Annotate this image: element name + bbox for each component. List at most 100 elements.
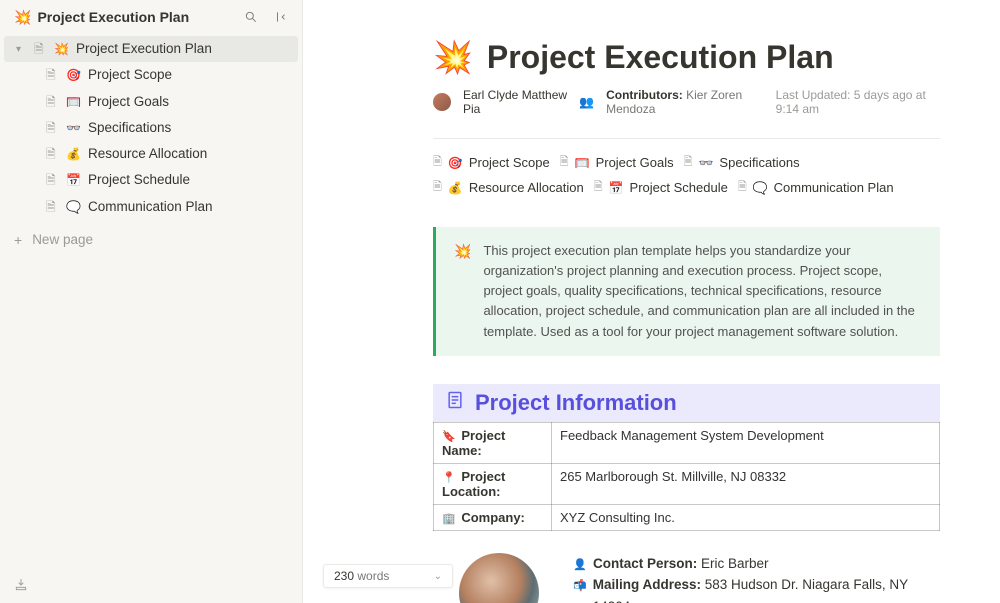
page-icon: 🗎 <box>433 153 442 172</box>
meta-row: Earl Clyde Matthew Pia 👥 Contributors: K… <box>433 88 940 116</box>
row-emoji-icon: 📍 <box>442 472 456 484</box>
table-row[interactable]: 📍 Project Location:265 Marlborough St. M… <box>434 463 940 504</box>
page-title-emoji-icon[interactable]: 💥 <box>433 38 473 76</box>
info-label-cell: 🔖 Project Name: <box>434 422 552 463</box>
page-icon: 🗎 <box>46 198 60 216</box>
sidebar-item-project-schedule[interactable]: 🗎 📅 Project Schedule <box>4 167 298 193</box>
sidebar-item-label: Communication Plan <box>88 197 213 217</box>
mailbox-icon: 📬 <box>573 578 587 596</box>
sidebar-item-communication-plan[interactable]: 🗎 🗨️ Communication Plan <box>4 194 298 220</box>
sidebar-item-project-scope[interactable]: 🗎🎯Project Scope <box>4 62 298 88</box>
section-header-text[interactable]: Project Information <box>475 390 677 416</box>
contact-mail-line[interactable]: 📬 Mailing Address: 583 Hudson Dr. Niagar… <box>573 574 940 603</box>
page-icon: 🗎 <box>433 178 442 197</box>
callout-text: This project execution plan template hel… <box>483 241 924 342</box>
page-icon: 🗎 <box>46 119 60 137</box>
table-row[interactable]: 🏢 Company:XYZ Consulting Inc. <box>434 504 940 530</box>
page-icon: 🗎 <box>46 66 60 84</box>
sidebar-item-label: Specifications <box>88 118 171 138</box>
info-value-cell: Feedback Management System Development <box>552 422 940 463</box>
item-emoji-icon: 💥 <box>54 40 70 58</box>
page-icon: 🗎 <box>594 178 603 197</box>
contributors-icon: 👥 <box>579 95 594 109</box>
sidebar-item-project-goals[interactable]: 🗎🥅Project Goals <box>4 89 298 115</box>
chip-emoji-icon: 👓 <box>698 156 713 170</box>
subpage-chips: 🗎🎯Project Scope🗎🥅Project Goals🗎👓Specific… <box>433 153 940 197</box>
item-emoji-icon: 📅 <box>66 171 82 189</box>
contact-block: 👤 Contact Person: Eric Barber 📬 Mailing … <box>433 553 940 603</box>
chip-specifications[interactable]: 🗎👓Specifications <box>684 153 800 172</box>
sidebar-item-resource-allocation[interactable]: 🗎💰Resource Allocation <box>4 141 298 167</box>
chip-label: Project Schedule <box>630 180 728 195</box>
import-icon <box>14 578 28 592</box>
section-header: Project Information <box>433 384 940 422</box>
chip-project-scope[interactable]: 🗎🎯Project Scope <box>433 153 550 172</box>
row-emoji-icon: 🏢 <box>442 513 456 525</box>
sidebar: 💥 Project Execution Plan ▾🗎💥Project Exec… <box>0 0 303 603</box>
import-button[interactable] <box>14 578 28 595</box>
search-icon <box>244 10 258 24</box>
callout-emoji-icon: 💥 <box>454 241 471 342</box>
page-icon: 🗎 <box>46 171 60 189</box>
item-emoji-icon: 🗨️ <box>66 198 82 216</box>
chip-label: Communication Plan <box>774 180 894 195</box>
chip-resource-allocation[interactable]: 🗎 💰 Resource Allocation <box>433 178 584 197</box>
sidebar-item-label: Project Execution Plan <box>76 39 212 59</box>
chip-emoji-icon: 🥅 <box>575 156 590 170</box>
contact-avatar-icon <box>459 553 539 603</box>
chip-emoji-icon: 🎯 <box>448 156 463 170</box>
chip-emoji-icon: 🗨️ <box>753 181 768 195</box>
new-page-label: New page <box>32 232 93 247</box>
word-count-bar[interactable]: 230 words ⌄ <box>323 564 453 588</box>
document-icon <box>445 390 465 415</box>
callout[interactable]: 💥 This project execution plan template h… <box>433 227 940 356</box>
sidebar-items: ▾🗎💥Project Execution Plan🗎🎯Project Scope… <box>0 34 302 224</box>
sidebar-item-label: Project Schedule <box>88 170 190 190</box>
word-count-unit: words <box>357 569 389 583</box>
content: 💥 Project Execution Plan Earl Clyde Matt… <box>303 0 1000 603</box>
contact-person-line[interactable]: 👤 Contact Person: Eric Barber <box>573 553 940 575</box>
chip-emoji-icon: 📅 <box>609 181 624 195</box>
page-icon: 🗎 <box>560 153 569 172</box>
person-icon: 👤 <box>573 557 587 575</box>
collapse-sidebar-button[interactable] <box>270 6 292 28</box>
chip-label: Specifications <box>719 155 799 170</box>
page-title: 💥 Project Execution Plan <box>433 38 940 76</box>
chevron-down-icon: ⌄ <box>434 571 442 582</box>
author-avatar-icon[interactable] <box>433 93 451 111</box>
chip-communication-plan[interactable]: 🗎 🗨️ Communication Plan <box>738 178 894 197</box>
item-emoji-icon: 👓 <box>66 119 82 137</box>
mailing-address-label: Mailing Address: <box>593 577 701 592</box>
page-icon: 🗎 <box>738 178 747 197</box>
item-emoji-icon: 🎯 <box>66 66 82 84</box>
collapse-icon <box>274 10 288 24</box>
chip-emoji-icon: 💰 <box>448 181 463 195</box>
sidebar-title[interactable]: 💥 Project Execution Plan <box>14 9 189 26</box>
chip-project-goals[interactable]: 🗎🥅Project Goals <box>560 153 674 172</box>
sidebar-header: 💥 Project Execution Plan <box>0 0 302 34</box>
chevron-down-icon[interactable]: ▾ <box>16 42 28 57</box>
plus-icon: + <box>14 232 22 248</box>
info-label-cell: 🏢 Company: <box>434 504 552 530</box>
project-info-table: 🔖 Project Name:Feedback Management Syste… <box>433 422 940 531</box>
row-emoji-icon: 🔖 <box>442 431 456 443</box>
word-count-number: 230 <box>334 569 354 583</box>
contact-person-value: Eric Barber <box>701 556 769 571</box>
sidebar-item-specifications[interactable]: 🗎 👓 Specifications <box>4 115 298 141</box>
sidebar-item-project-execution-plan[interactable]: ▾ 🗎 💥 Project Execution Plan <box>4 36 298 62</box>
info-value-cell: 265 Marlborough St. Millville, NJ 08332 <box>552 463 940 504</box>
last-updated: Last Updated: 5 days ago at 9:14 am <box>776 88 940 116</box>
chip-label: Resource Allocation <box>469 180 584 195</box>
contact-person-label: Contact Person: <box>593 556 697 571</box>
author-name[interactable]: Earl Clyde Matthew Pia <box>463 88 567 116</box>
chip-project-schedule[interactable]: 🗎 📅 Project Schedule <box>594 178 728 197</box>
table-row[interactable]: 🔖 Project Name:Feedback Management Syste… <box>434 422 940 463</box>
collision-emoji-icon: 💥 <box>14 9 31 26</box>
search-button[interactable] <box>240 6 262 28</box>
page-title-text[interactable]: Project Execution Plan <box>487 39 834 76</box>
page-icon: 🗎 <box>34 40 48 58</box>
contributors-block[interactable]: Contributors: Kier Zoren Mendoza <box>606 88 764 116</box>
page-icon: 🗎 <box>46 93 60 111</box>
new-page-button[interactable]: + New page <box>0 228 302 252</box>
info-label-cell: 📍 Project Location: <box>434 463 552 504</box>
